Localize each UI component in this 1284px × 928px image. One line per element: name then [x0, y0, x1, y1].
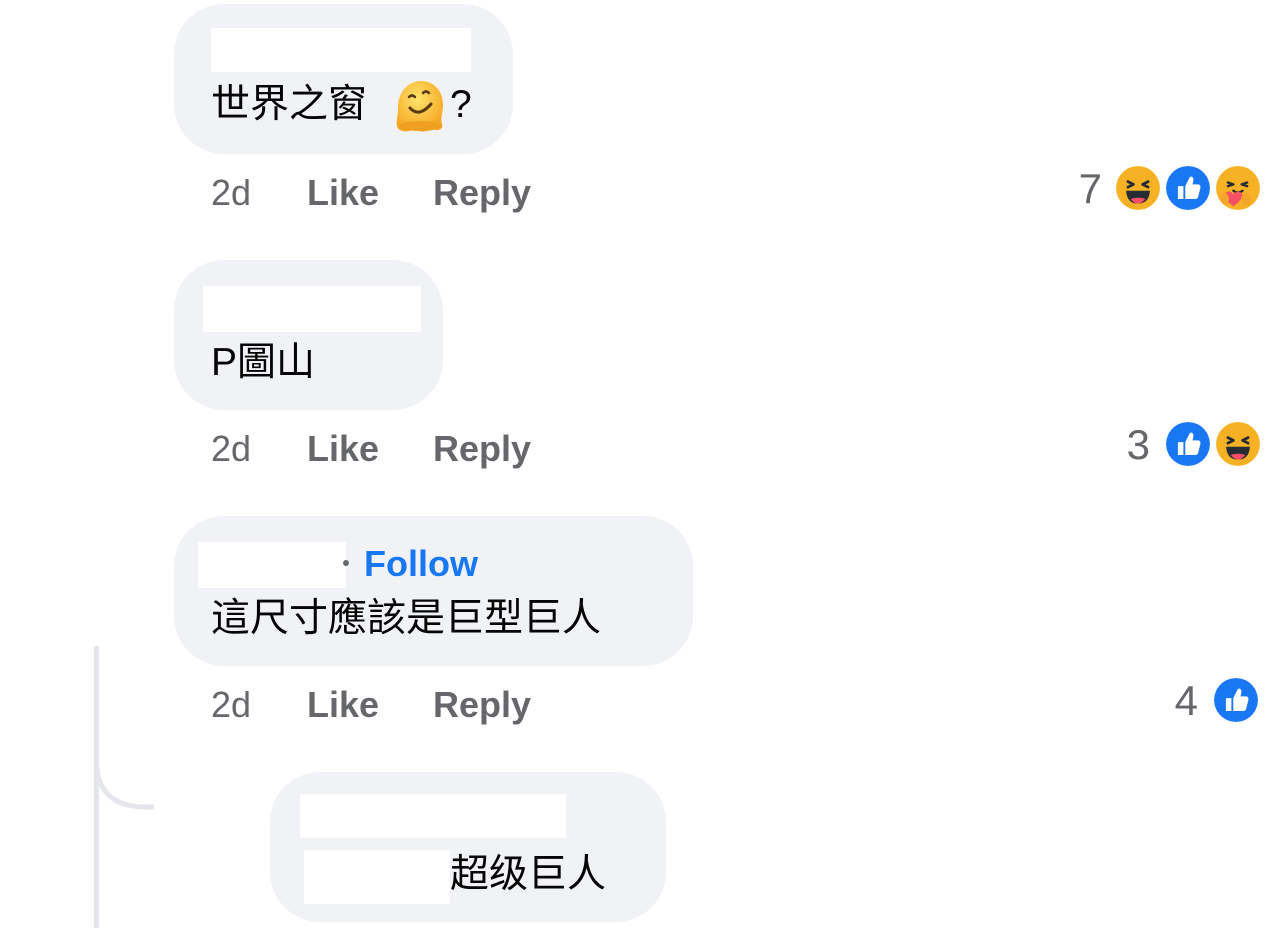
- reply-text: 超级巨人: [450, 853, 607, 896]
- comment-text: 世界之窗: [211, 83, 368, 126]
- redacted-author-name: [300, 794, 566, 838]
- reply-button[interactable]: Reply: [433, 687, 531, 723]
- timestamp: 2d: [211, 428, 252, 469]
- reaction-count[interactable]: 3: [1110, 424, 1150, 466]
- comment-bubble: [174, 516, 693, 666]
- redacted-author-name: [211, 28, 471, 72]
- comment-text: P圖山: [211, 341, 316, 384]
- redacted-mention: [304, 850, 450, 904]
- redacted-author-name: [203, 286, 421, 332]
- like-reaction-icon: [1164, 420, 1212, 468]
- like-button[interactable]: Like: [307, 431, 379, 467]
- melting-face-emoji: [396, 81, 443, 132]
- redacted-author-name: [198, 542, 346, 588]
- reaction-count[interactable]: 7: [1062, 168, 1102, 210]
- separator-dot: [343, 560, 349, 566]
- reply-connector: [94, 740, 154, 810]
- like-reaction-icon: [1164, 164, 1212, 212]
- haha-reaction-icon: [1214, 420, 1262, 468]
- timestamp: 2d: [211, 172, 252, 213]
- reaction-count[interactable]: 4: [1158, 680, 1198, 722]
- comment-bubble: [174, 260, 443, 410]
- comment-bubble: [174, 4, 513, 154]
- follow-button[interactable]: Follow: [364, 546, 478, 582]
- timestamp: 2d: [211, 684, 252, 725]
- comment-text: 這尺寸應該是巨型巨人: [211, 597, 602, 640]
- reply-button[interactable]: Reply: [433, 431, 531, 467]
- reply-bubble: [270, 772, 666, 922]
- care-reaction-icon: [1214, 164, 1262, 212]
- like-button[interactable]: Like: [307, 175, 379, 211]
- comment-text-suffix: ?: [450, 83, 472, 126]
- like-reaction-icon: [1212, 676, 1260, 724]
- reply-button[interactable]: Reply: [433, 175, 531, 211]
- haha-reaction-icon: [1114, 164, 1162, 212]
- like-button[interactable]: Like: [307, 687, 379, 723]
